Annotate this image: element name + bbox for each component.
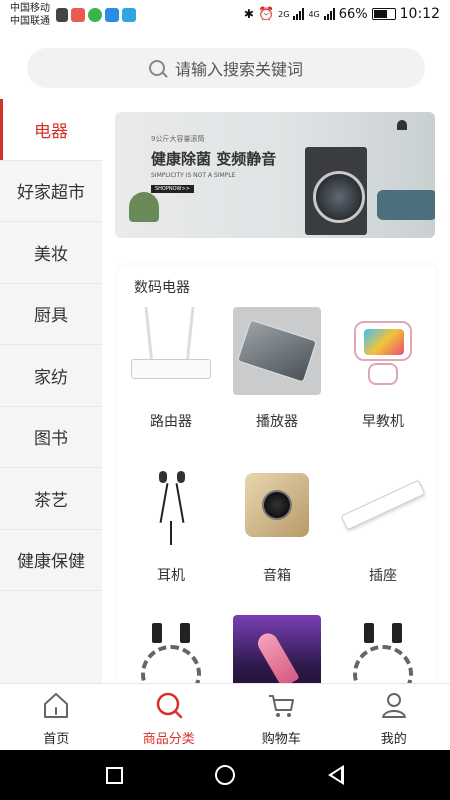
alarm-icon: ⏰ — [257, 6, 275, 22]
signal-icon — [293, 8, 305, 20]
banner-subtitle: SIMPLICITY IS NOT A SIMPLE — [151, 172, 236, 179]
product-label: 播放器 — [256, 414, 298, 430]
product-label: 耳机 — [157, 568, 185, 584]
sidebar-item-label: 好家超市 — [17, 183, 85, 204]
sidebar-item-appliances[interactable]: 电器 — [0, 99, 102, 161]
carrier-2: 中国联通 — [10, 16, 50, 27]
carrier-info: 中国移动 中国联通 — [10, 2, 50, 28]
washing-machine-image — [305, 147, 367, 235]
category-title: 数码电器 — [134, 280, 190, 296]
sidebar-item-beauty[interactable]: 美妆 — [0, 222, 102, 284]
category-panel: 数码电器 路由器 播放器 早教机 耳机 音箱 插座 — [118, 265, 436, 685]
product-cell-router[interactable]: 路由器 — [118, 307, 224, 455]
sidebar-item-label: 厨具 — [34, 306, 68, 327]
product-cell-speaker[interactable]: 音箱 — [224, 461, 330, 609]
sidebar-item-tea[interactable]: 茶艺 — [0, 468, 102, 530]
notification-icons — [56, 8, 136, 22]
tab-label: 购物车 — [261, 732, 301, 747]
cable-icon — [339, 615, 427, 685]
sidebar-item-label: 美妆 — [34, 244, 68, 265]
sidebar-item-label: 茶艺 — [34, 490, 68, 511]
network-type-2: 4G — [308, 9, 320, 19]
banner-shop-button[interactable]: SHOPNOW>> — [151, 185, 194, 193]
microphone-icon — [233, 615, 321, 685]
signal-icon — [323, 8, 335, 20]
tab-label: 首页 — [43, 732, 70, 747]
product-cell-cable-2[interactable] — [330, 615, 436, 685]
robot-icon — [339, 307, 427, 395]
play-icon — [88, 8, 102, 22]
sidebar-item-label: 电器 — [34, 121, 68, 142]
lamp-illustration — [397, 120, 407, 130]
system-status: ✱ ⏰ 2G 4G 66% 10:12 — [244, 6, 440, 22]
product-cell-power-strip[interactable]: 插座 — [330, 461, 436, 609]
cart-icon — [269, 695, 295, 717]
search-icon — [148, 60, 165, 76]
product-cell-player[interactable]: 播放器 — [224, 307, 330, 455]
tab-cart[interactable]: 购物车 — [225, 684, 338, 750]
plant-illustration — [129, 192, 159, 222]
sidebar-item-label: 家纺 — [34, 367, 68, 388]
product-grid: 路由器 播放器 早教机 耳机 音箱 插座 — [118, 307, 436, 685]
power-strip-icon — [339, 461, 427, 549]
speaker-icon — [233, 461, 321, 549]
bluetooth-icon: ✱ — [243, 7, 254, 21]
tab-label: 我的 — [380, 732, 407, 747]
carrier-1: 中国移动 — [10, 3, 50, 14]
product-cell-earphone[interactable]: 耳机 — [118, 461, 224, 609]
tab-profile[interactable]: 我的 — [338, 684, 450, 750]
tab-label: 商品分类 — [142, 732, 195, 747]
activity-icon — [56, 8, 68, 22]
promo-banner[interactable]: 9公斤大容量滚筒 健康除菌 变频静音 SIMPLICITY IS NOT A S… — [115, 112, 435, 238]
cable-icon — [127, 615, 215, 685]
banner-tag: 9公斤大容量滚筒 — [151, 135, 205, 143]
sidebar-item-label: 图书 — [34, 429, 68, 450]
tab-categories[interactable]: 商品分类 — [113, 684, 226, 750]
banner-title: 健康除菌 变频静音 — [151, 150, 277, 168]
sidebar-item-health[interactable]: 健康保健 — [0, 530, 102, 591]
network-type-1: 2G — [278, 9, 290, 19]
router-icon — [127, 307, 215, 395]
sofa-illustration — [377, 190, 435, 220]
home-icon — [44, 693, 69, 718]
sidebar-item-supermarket[interactable]: 好家超市 — [0, 161, 102, 222]
sidebar-item-books[interactable]: 图书 — [0, 407, 102, 468]
bird-icon — [122, 8, 136, 22]
recents-icon[interactable] — [106, 766, 124, 784]
product-label: 音箱 — [263, 568, 291, 584]
app-notification-icon — [71, 8, 85, 22]
product-label: 插座 — [369, 568, 397, 584]
battery-icon — [371, 8, 396, 20]
back-icon[interactable] — [327, 765, 344, 785]
category-sidebar: 电器 好家超市 美妆 厨具 家纺 图书 茶艺 健康保健 — [0, 99, 102, 683]
system-nav-bar — [0, 750, 450, 800]
sidebar-item-home-textiles[interactable]: 家纺 — [0, 345, 102, 407]
product-cell-learning-machine[interactable]: 早教机 — [330, 307, 436, 455]
sidebar-item-kitchenware[interactable]: 厨具 — [0, 284, 102, 345]
search-bar[interactable]: 请输入搜索关键词 — [27, 48, 425, 88]
tab-home[interactable]: 首页 — [0, 684, 113, 750]
clock: 10:12 — [399, 6, 440, 22]
status-bar: 中国移动 中国联通 ✱ ⏰ 2G 4G 66% 10:12 — [0, 0, 450, 32]
earphone-icon — [127, 461, 215, 549]
category-search-icon — [156, 692, 182, 719]
player-icon — [233, 307, 321, 395]
product-label: 路由器 — [150, 414, 192, 430]
home-button-icon[interactable] — [215, 765, 236, 785]
shield-icon — [105, 8, 119, 22]
sidebar-item-label: 健康保健 — [17, 552, 85, 573]
bottom-tab-bar: 首页 商品分类 购物车 我的 — [0, 683, 450, 750]
product-cell-microphone[interactable] — [224, 615, 330, 685]
search-input[interactable]: 请输入搜索关键词 — [175, 56, 303, 80]
battery-percent: 66% — [338, 6, 368, 22]
user-icon — [381, 693, 406, 718]
product-label: 早教机 — [362, 414, 404, 430]
product-cell-cable-1[interactable] — [118, 615, 224, 685]
